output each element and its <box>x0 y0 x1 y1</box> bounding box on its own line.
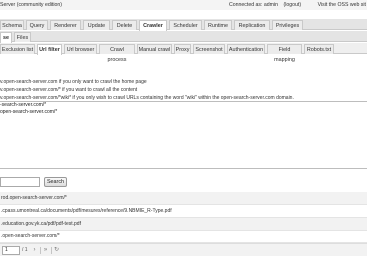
page-footer <box>0 256 367 274</box>
connection-status: Connected as: admin (logout) <box>229 0 301 10</box>
tab-authentication[interactable]: Authentication <box>227 44 265 54</box>
page-number-input[interactable]: 1 <box>2 246 20 255</box>
refresh-icon[interactable]: ↻ <box>54 247 59 254</box>
tab-files[interactable]: Files <box>14 32 31 42</box>
tab-replication[interactable]: Replication <box>234 20 270 30</box>
pattern-textarea[interactable]: -search-server.com/* open-search-server.… <box>0 101 367 169</box>
main-tab-bar: Schema Query Renderer Update Delete Craw… <box>0 19 367 31</box>
search-button[interactable]: Search <box>44 177 67 187</box>
pagination-bar: 1 / 1 › » ↻ <box>0 243 367 256</box>
tab-field-mapping[interactable]: Field mapping <box>267 44 302 63</box>
tab-renderer[interactable]: Renderer <box>50 20 81 30</box>
tab-update[interactable]: Update <box>83 20 110 30</box>
url-search-input[interactable] <box>0 177 40 187</box>
pager-separator <box>51 247 52 254</box>
tab-robots-txt[interactable]: Robots.txt <box>304 44 334 54</box>
logout-link[interactable]: (logout) <box>283 2 301 8</box>
tab-schema[interactable]: Schema <box>0 20 24 30</box>
tab-exclusion-list[interactable]: Exclusion list <box>0 44 35 54</box>
hint-all-content: v.open-search-server.com/* if you want t… <box>0 87 138 93</box>
pattern-line: open-search-server.com/* <box>0 109 58 115</box>
tab-query[interactable]: Query <box>26 20 48 30</box>
tab-web[interactable]: se <box>0 32 12 43</box>
tab-delete[interactable]: Delete <box>112 20 137 30</box>
tab-privileges[interactable]: Privileges <box>272 20 303 30</box>
list-item[interactable]: .open-search-server.com/* <box>0 230 367 243</box>
tab-url-browser[interactable]: Url browser <box>64 44 97 54</box>
tab-proxy[interactable]: Proxy <box>174 44 191 54</box>
tab-crawler[interactable]: Crawler <box>139 20 167 31</box>
pager-separator <box>40 247 41 254</box>
app-title: Server (community edition) <box>0 2 62 8</box>
hint-home-page: v.open-search-server.com if you only wan… <box>0 79 147 85</box>
list-item[interactable]: rod.open-search-server.com/* <box>0 192 367 205</box>
crawler-sub-tab-bar: Exclusion list Url filter Url browser Cr… <box>0 43 367 63</box>
title-bar: Server (community edition) Connected as:… <box>0 0 367 10</box>
last-page-icon[interactable]: » <box>43 247 48 254</box>
list-item[interactable]: .cpass.umontreal.ca/documents/pdf/mesure… <box>0 205 367 218</box>
pattern-line: -search-server.com/* <box>0 102 47 108</box>
tab-url-filter[interactable]: Url filter <box>37 44 62 55</box>
tab-manual-crawl[interactable]: Manual crawl <box>137 44 172 54</box>
tab-scheduler[interactable]: Scheduler <box>169 20 202 30</box>
tab-runtime[interactable]: Runtime <box>204 20 232 30</box>
sub-tab-bar: se Files <box>0 31 367 43</box>
visit-website-link[interactable]: Visit the OSS web sit <box>318 0 366 10</box>
tab-screenshot[interactable]: Screenshot <box>193 44 225 54</box>
connection-label: Connected as: admin <box>229 2 279 8</box>
next-page-icon[interactable]: › <box>32 247 37 254</box>
tab-crawl-process[interactable]: Crawl process <box>99 44 135 63</box>
